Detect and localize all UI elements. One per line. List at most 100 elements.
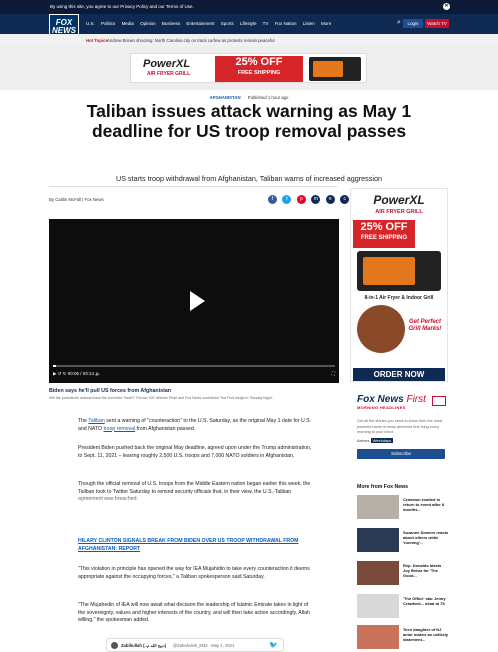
side-ad-brand: PowerXL [373,193,425,207]
facebook-icon[interactable]: f [268,195,277,204]
related-article-link[interactable]: HILARY CLINTON SIGNALS BREAK FROM BIDEN … [78,538,314,553]
twitter-icon[interactable]: t [282,195,292,204]
nav-link-tv[interactable]: TV [263,21,269,26]
hot-topics-label: Hot Topics [86,38,108,43]
ad-discount: 25% OFF [235,56,283,68]
divider [49,186,337,187]
video-controls: ▶ ↺ ↻ 00:05 / 03:14 🔈 ⛶ [53,371,335,379]
print-icon[interactable]: c [340,195,350,204]
article-paragraph-2: President Biden pushed back the original… [78,445,312,459]
article-subhead: US starts troop withdrawal from Afghanis… [116,174,382,183]
side-oven-image [357,251,441,291]
more-item-thumbnail[interactable] [357,528,399,552]
grilled-food-image [357,305,405,353]
cookie-notice-bar: By using this site, you agree to our Pri… [0,0,498,14]
share-buttons: f t p m e c [268,195,350,204]
play-icon[interactable] [190,291,205,311]
nav-link-business[interactable]: Business [162,21,180,26]
newsletter-masthead: MORNING HEADLINES [357,405,406,410]
search-icon[interactable]: ⌕ [397,19,401,27]
nav-link-politics[interactable]: Politics [101,21,115,26]
cookie-notice-text: By using this site, you agree to our Pri… [50,4,194,9]
more-item-thumbnail[interactable] [357,594,399,618]
nav-link-entertainment[interactable]: Entertainment [186,21,214,26]
video-play-pause-icon[interactable]: ▶ ↺ ↻ [53,371,67,376]
order-now-button[interactable]: ORDER NOW [353,368,445,381]
p1-text-start: The [78,418,89,424]
published-time: Published 1 hour ago [247,95,289,100]
nav-link-more[interactable]: More [321,21,331,26]
video-player[interactable]: ▶ ↺ ↻ 00:05 / 03:14 🔈 ⛶ [49,219,339,383]
p1-text-end: from Afghanistan passed. [135,425,196,432]
close-icon[interactable]: ✕ [443,3,450,10]
more-item[interactable]: Rep. Donalds blasts Joy Behar for 'The G… [357,561,449,585]
more-item[interactable]: 'The Office' star Jenny Crawford... dead… [357,594,449,618]
video-time: 00:05 / 03:14 [67,371,95,376]
ad-shipping: FREE SHIPPING [237,70,281,76]
byline[interactable]: By Caitlin McFall | Fox News [49,197,104,202]
tweet-handle: @Zabehulah_M33 · May 1, 2021 [173,643,235,648]
video-description: Will the president's actions leave the t… [49,396,274,400]
more-item-thumbnail[interactable] [357,561,399,585]
more-item-title[interactable]: Cranston exalted in return to event afte… [403,497,449,512]
tweet-author: Zabihullah (..ذبیح الله م) [121,643,167,648]
more-item[interactable]: Suzanne Somers reacts about others while… [357,528,449,552]
troop-removal-link[interactable]: troop removal [103,426,135,432]
more-item-thumbnail[interactable] [357,495,399,519]
more-item-title[interactable]: Suzanne Somers reacts about others while… [403,530,449,545]
login-button[interactable]: Login [403,19,423,28]
more-item[interactable]: Cranston exalted in return to event afte… [357,495,449,519]
nav-link-opinion[interactable]: Opinion [140,21,156,26]
newsletter-logo-first: First [406,394,426,405]
article-meta: AFGHANISTAN Published 1 hour ago [0,95,498,100]
newsletter-blurb: Get all the stories you need-to-know fro… [357,419,443,434]
article-paragraph-1: The Taliban sent a warning of "counterac… [78,418,314,433]
ad-subtitle: AIR FRYER GRILL [147,71,191,77]
newsletter-schedule: Arrives Weekdays [357,438,394,443]
video-caption: Biden says he'll pull US forces from Afg… [49,388,172,394]
newsletter-logo: Fox News First [357,394,426,405]
taliban-link[interactable]: Taliban [88,418,104,424]
volume-icon[interactable]: 🔈 [95,371,101,376]
envelope-icon [432,396,446,406]
nav-link-lifestyle[interactable]: Lifestyle [240,21,257,26]
arrives-label: Arrives [357,438,370,443]
paragraph-fade [78,494,314,508]
nav-link-media[interactable]: Media [122,21,134,26]
side-ad-discount: 25% OFF [360,221,408,233]
hot-topics-bar: Hot Topics Andrew Brown shooting: North … [0,34,498,46]
section-link[interactable]: AFGHANISTAN [210,95,241,100]
more-item-title[interactable]: Rep. Donalds blasts Joy Behar for 'The G… [403,563,449,578]
more-item-thumbnail[interactable] [357,625,399,649]
side-ad-discount-box: 25% OFF FREE SHIPPING [353,220,415,248]
side-ad-grill-text: Get Perfect Grill Marks! [408,319,442,332]
nav-link-fox-nation[interactable]: Fox Nation [275,21,297,26]
nav-link-sports[interactable]: Sports [221,21,234,26]
more-item[interactable]: Teen daughter of NJ actor makes an unlik… [357,625,449,649]
oven-image [309,57,361,81]
side-ad-shipping: FREE SHIPPING [360,235,408,241]
twitter-bird-icon: 🐦 [269,642,278,649]
more-item-title[interactable]: Teen daughter of NJ actor makes an unlik… [403,627,449,642]
side-ad-description: 8-in-1 Air Fryer & Indoor Grill [364,295,434,301]
video-progress-bar[interactable] [53,365,335,367]
ad-brand: PowerXL [143,58,191,70]
fullscreen-icon[interactable]: ⛶ [332,371,335,376]
more-item-title[interactable]: 'The Office' star Jenny Crawford... dead… [403,596,449,606]
hot-topics-link[interactable]: Andrew Brown shooting: North Carolina ci… [107,38,274,43]
article-headline: Taliban issues attack warning as May 1 d… [86,101,412,141]
sidebar-ad[interactable]: PowerXL AIR FRYER GRILL 25% OFF FREE SHI… [350,188,448,382]
article-paragraph-5: "The Mujahedin of IEA will now await wha… [78,602,310,623]
subscribe-button[interactable]: Subscribe [357,449,445,459]
email-icon[interactable]: e [325,195,335,204]
flipboard-icon[interactable]: p [296,195,306,204]
watch-tv-button[interactable]: Watch TV [425,19,449,28]
nav-link-us[interactable]: U.S. [86,21,95,26]
top-banner-ad[interactable]: PowerXL AIR FRYER GRILL 25% OFF FREE SHI… [130,53,367,83]
comments-icon[interactable]: m [311,195,321,204]
side-ad-subtitle: AIR FRYER GRILL [375,209,423,215]
newsletter-logo-text: Fox News [357,394,404,405]
ad-discount-box: 25% OFF FREE SHIPPING [215,56,303,82]
nav-link-listen[interactable]: Listen [303,21,315,26]
more-from-fox-heading: More from Fox News [357,484,409,490]
